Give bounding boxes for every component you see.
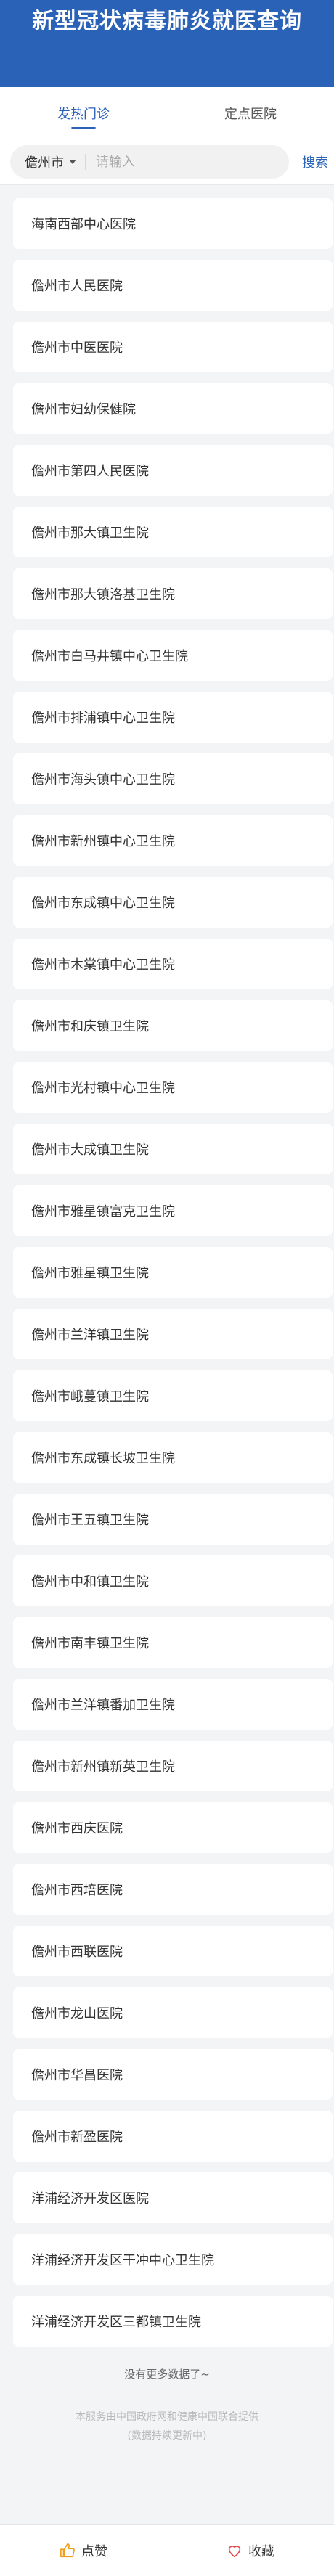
hospital-list-item[interactable]: 儋州市西培医院 xyxy=(13,1864,333,1915)
caret-down-icon xyxy=(69,160,76,164)
tab-fever-clinic[interactable]: 发热门诊 xyxy=(0,87,167,139)
hospital-list-item[interactable]: 儋州市西联医院 xyxy=(13,1926,333,1976)
hospital-list-item[interactable]: 儋州市新州镇新英卫生院 xyxy=(13,1741,333,1791)
hospital-list-item[interactable]: 儋州市和庆镇卫生院 xyxy=(13,1000,333,1051)
hospital-list-item[interactable]: 儋州市海头镇中心卫生院 xyxy=(13,753,333,804)
hospital-list-item[interactable]: 洋浦经济开发区医院 xyxy=(13,2172,333,2223)
hospital-list-item[interactable]: 儋州市雅星镇富克卫生院 xyxy=(13,1185,333,1236)
tab-bar: 发热门诊 定点医院 xyxy=(0,87,334,139)
hospital-list-item[interactable]: 儋州市那大镇洛基卫生院 xyxy=(13,568,333,619)
hospital-list-item[interactable]: 洋浦经济开发区三都镇卫生院 xyxy=(13,2296,333,2347)
footer-line-2: (数据持续更新中) xyxy=(127,2430,207,2442)
hospital-list-item[interactable]: 儋州市王五镇卫生院 xyxy=(13,1494,333,1545)
hospital-list-item[interactable]: 儋州市东成镇中心卫生院 xyxy=(13,877,333,928)
page-header: 新型冠状病毒肺炎就医查询 xyxy=(0,0,334,87)
page-title: 新型冠状病毒肺炎就医查询 xyxy=(32,9,302,34)
hospital-list-item[interactable]: 儋州市妇幼保健院 xyxy=(13,383,333,434)
hospital-list-item[interactable]: 儋州市人民医院 xyxy=(13,260,333,311)
hospital-list-item[interactable]: 海南西部中心医院 xyxy=(13,198,333,249)
hospital-list-item[interactable]: 儋州市新盈医院 xyxy=(13,2111,333,2162)
hospital-list-item[interactable]: 儋州市排浦镇中心卫生院 xyxy=(13,692,333,743)
hospital-list-item[interactable]: 儋州市光村镇中心卫生院 xyxy=(13,1062,333,1113)
hospital-list-item[interactable]: 儋州市大成镇卫生院 xyxy=(13,1124,333,1174)
search-input[interactable] xyxy=(94,153,243,171)
search-button[interactable]: 搜索 xyxy=(302,152,328,171)
tab-designated-hospital[interactable]: 定点医院 xyxy=(167,87,334,139)
hospital-list-item[interactable]: 儋州市那大镇卫生院 xyxy=(13,507,333,557)
no-more-text: 没有更多数据了~ xyxy=(124,2368,210,2381)
bottom-bar: 点赞 收藏 xyxy=(0,2524,334,2576)
hospital-list-item[interactable]: 儋州市第四人民医院 xyxy=(13,445,333,496)
like-button[interactable]: 点赞 xyxy=(0,2525,167,2576)
hospital-list-item[interactable]: 儋州市中医医院 xyxy=(13,322,333,372)
hospital-list: 海南西部中心医院 儋州市人民医院 儋州市中医医院 儋州市妇幼保健院 儋州市第四人民医院儋… xyxy=(0,185,334,2347)
hospital-list-item[interactable]: 儋州市兰洋镇番加卫生院 xyxy=(13,1679,333,1730)
hospital-list-item[interactable]: 儋州市华昌医院 xyxy=(13,2049,333,2100)
hospital-list-item[interactable]: 儋州市雅星镇卫生院 xyxy=(13,1247,333,1298)
hospital-list-item[interactable]: 儋州市峨蔓镇卫生院 xyxy=(13,1370,333,1421)
like-label: 点赞 xyxy=(81,2544,107,2559)
hospital-list-item[interactable]: 儋州市南丰镇卫生院 xyxy=(13,1617,333,1668)
favorite-button[interactable]: 收藏 xyxy=(167,2525,334,2576)
heart-icon xyxy=(228,2546,241,2558)
hospital-list-item[interactable]: 儋州市东成镇长坡卫生院 xyxy=(13,1432,333,1483)
hospital-list-item[interactable]: 儋州市新州镇中心卫生院 xyxy=(13,815,333,866)
search-bar: 儋州市 搜索 xyxy=(0,139,334,185)
footer-line-1: 本服务由中国政府网和健康中国联合提供 xyxy=(76,2411,258,2423)
thumbs-up-icon xyxy=(60,2543,75,2558)
hospital-list-item[interactable]: 儋州市木棠镇中心卫生院 xyxy=(13,939,333,989)
hospital-list-item[interactable]: 儋州市龙山医院 xyxy=(13,1987,333,2038)
hospital-list-item[interactable]: 儋州市白马井镇中心卫生院 xyxy=(13,630,333,681)
hospital-list-item[interactable]: 儋州市中和镇卫生院 xyxy=(13,1555,333,1606)
hospital-list-item[interactable]: 儋州市兰洋镇卫生院 xyxy=(13,1309,333,1359)
hospital-list-item[interactable]: 洋浦经济开发区干冲中心卫生院 xyxy=(13,2234,333,2285)
search-box: 儋州市 xyxy=(10,145,289,179)
footer-note: 本服务由中国政府网和健康中国联合提供 (数据持续更新中) xyxy=(0,2408,334,2445)
favorite-label: 收藏 xyxy=(248,2544,274,2559)
city-selector[interactable]: 儋州市 xyxy=(25,154,86,171)
city-label: 儋州市 xyxy=(25,155,64,171)
hospital-list-item[interactable]: 儋州市西庆医院 xyxy=(13,1802,333,1853)
